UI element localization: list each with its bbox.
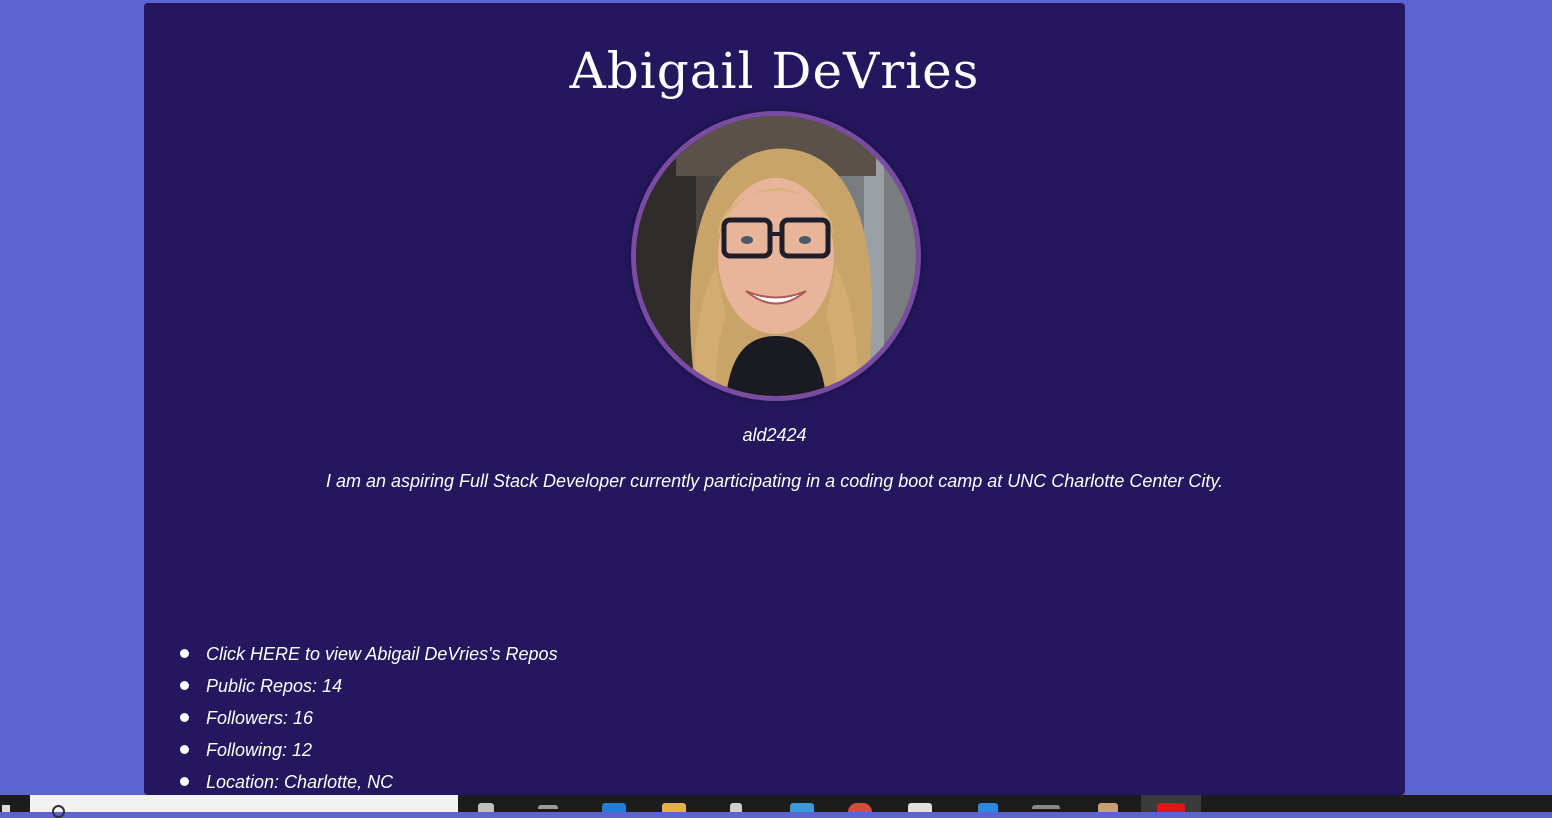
profile-avatar (631, 111, 921, 401)
bullet-icon (180, 681, 189, 690)
profile-bio: I am an aspiring Full Stack Developer cu… (325, 471, 1224, 491)
file-explorer-icon[interactable] (662, 803, 686, 812)
vscode-icon[interactable] (978, 803, 998, 812)
bullet-icon (180, 745, 189, 754)
cortana-icon[interactable] (478, 803, 494, 812)
store-icon[interactable] (790, 803, 814, 812)
profile-name: Abigail DeVries (569, 42, 980, 100)
profile-username: ald2424 (742, 425, 807, 445)
notepad-icon[interactable] (908, 803, 932, 812)
active-app-slot[interactable] (1141, 795, 1201, 812)
public-repos-count: Public Repos: 14 (206, 676, 343, 696)
chrome-icon[interactable] (848, 803, 872, 812)
avatar-photo (636, 116, 916, 396)
following-count: Following: 12 (206, 740, 313, 760)
profile-stats-list: Click HERE to view Abigail DeVries's Rep… (180, 640, 558, 795)
paint-icon[interactable] (1098, 803, 1118, 812)
list-item: Followers: 16 (180, 704, 558, 736)
list-item: Public Repos: 14 (180, 672, 558, 704)
profile-card: Abigail DeVries ald2424 I am an aspiring… (144, 3, 1405, 795)
list-item: Following: 12 (180, 736, 558, 768)
taskbar (0, 795, 1552, 818)
settings-icon[interactable] (730, 803, 742, 812)
bullet-icon (180, 649, 189, 658)
taskbar-search-box[interactable] (30, 795, 458, 818)
bullet-icon (180, 713, 189, 722)
start-icon[interactable] (0, 795, 30, 812)
followers-count: Followers: 16 (206, 708, 314, 728)
edge-icon[interactable] (602, 803, 626, 812)
list-item: Location: Charlotte, NC (180, 768, 558, 795)
active-app-icon (1157, 803, 1185, 812)
list-item: Click HERE to view Abigail DeVries's Rep… (180, 640, 558, 672)
repos-link[interactable]: Click HERE to view Abigail DeVries's Rep… (206, 644, 558, 664)
terminal-icon[interactable] (1032, 805, 1060, 809)
task-view-icon[interactable] (538, 805, 558, 809)
location-text: Location: Charlotte, NC (206, 772, 394, 792)
bullet-icon (180, 777, 189, 786)
